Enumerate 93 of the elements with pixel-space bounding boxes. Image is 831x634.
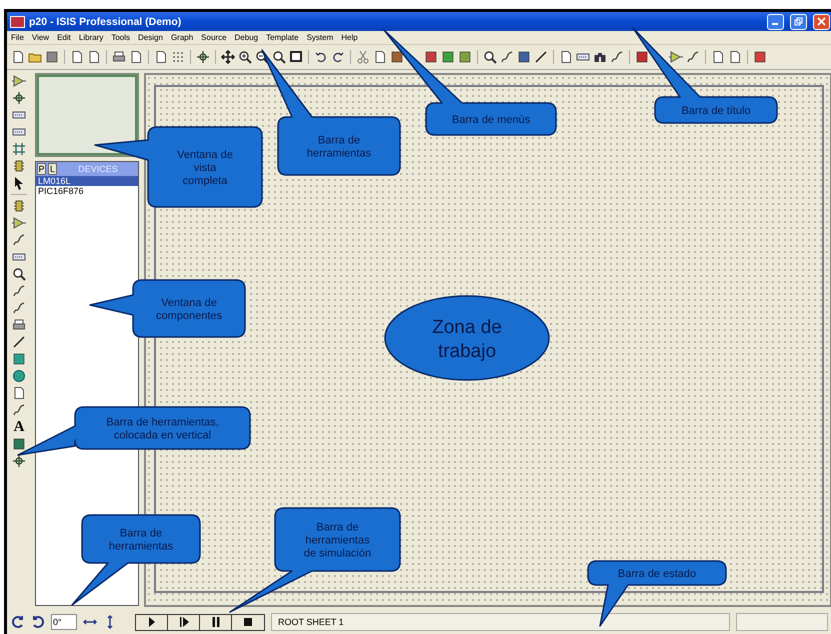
menu-item[interactable]: Tools	[111, 33, 130, 42]
page-icon[interactable]	[559, 50, 573, 64]
square-icon[interactable]	[390, 50, 404, 64]
restore-button[interactable]	[790, 14, 807, 30]
page-icon[interactable]	[711, 50, 725, 64]
status-bar: ROOT SHEET 1	[271, 613, 730, 631]
page-icon[interactable]	[12, 386, 26, 400]
magnifier-icon[interactable]	[12, 267, 26, 281]
app-icon	[10, 16, 25, 28]
menu-item[interactable]: Edit	[57, 33, 71, 42]
move-icon[interactable]	[221, 50, 235, 64]
wave-icon[interactable]	[12, 403, 26, 417]
callout-text: Barra de herramientas de simulación	[304, 522, 372, 560]
square-icon[interactable]	[45, 50, 59, 64]
square-icon[interactable]	[12, 352, 26, 366]
bus-icon[interactable]	[12, 142, 26, 156]
square-icon[interactable]	[753, 50, 767, 64]
grid-icon[interactable]	[171, 50, 185, 64]
square-icon[interactable]	[635, 50, 649, 64]
device-item[interactable]: LM016L	[36, 176, 138, 186]
scissors-icon[interactable]	[356, 50, 370, 64]
callout-text: Barra de herramientas	[306, 134, 372, 160]
menu-item[interactable]: Design	[138, 33, 163, 42]
page-icon[interactable]	[129, 50, 143, 64]
device-item[interactable]: PIC16F876	[36, 186, 138, 196]
callout-text: Ventana de vista completa	[177, 149, 233, 187]
callout-text: Ventana de componentes	[156, 297, 222, 322]
crosshair-icon[interactable]	[12, 91, 26, 105]
line-icon[interactable]	[534, 50, 548, 64]
page-icon[interactable]	[87, 50, 101, 64]
menu-item[interactable]: Debug	[234, 33, 258, 42]
minimize-button[interactable]	[767, 14, 784, 30]
callout-text: Barra de herramientas	[108, 528, 174, 552]
menu-item[interactable]: Library	[78, 33, 104, 42]
callout-text: Barra de menùs	[452, 114, 530, 126]
undo-icon[interactable]	[314, 50, 328, 64]
square-icon[interactable]	[517, 50, 531, 64]
triangle-icon[interactable]	[12, 216, 26, 230]
square-icon[interactable]	[441, 50, 455, 64]
square-icon[interactable]	[458, 50, 472, 64]
crosshair-icon[interactable]	[196, 50, 210, 64]
overview-window[interactable]	[35, 73, 139, 157]
page-icon[interactable]	[728, 50, 742, 64]
wave-icon[interactable]	[12, 284, 26, 298]
crosshair-icon[interactable]	[12, 454, 26, 468]
binoculars-icon[interactable]	[593, 50, 607, 64]
magnifier-icon[interactable]	[483, 50, 497, 64]
callout-text: Barra de estado	[618, 568, 696, 580]
menu-item[interactable]: System	[306, 33, 334, 42]
text-tool[interactable]: A	[14, 420, 24, 434]
close-button[interactable]	[813, 14, 830, 30]
callout-text: Zona de trabajo	[432, 317, 502, 362]
wave-icon[interactable]	[12, 233, 26, 247]
close-icon	[817, 17, 826, 26]
square-icon[interactable]	[12, 437, 26, 451]
line-icon[interactable]	[12, 335, 26, 349]
chip-icon[interactable]	[12, 159, 26, 173]
printer-icon[interactable]	[112, 50, 126, 64]
panel-button[interactable]: L	[48, 163, 57, 175]
restore-icon	[794, 17, 803, 26]
square-icon[interactable]	[424, 50, 438, 64]
redo-icon[interactable]	[331, 50, 345, 64]
wave-icon[interactable]	[12, 301, 26, 315]
menu-item[interactable]: Help	[341, 33, 358, 42]
magnifier-icon[interactable]	[272, 50, 286, 64]
zoom-in-icon[interactable]	[238, 50, 252, 64]
menu-item[interactable]: Template	[266, 33, 299, 42]
frame-icon[interactable]	[289, 50, 303, 64]
page-icon[interactable]	[373, 50, 387, 64]
callout-text: Barra de herramientas, colocada en vertical	[106, 416, 219, 442]
menu-item[interactable]: View	[32, 33, 50, 42]
wave-icon[interactable]	[500, 50, 514, 64]
window-title: p20 - ISIS Professional (Demo)	[29, 16, 182, 28]
triangle-icon[interactable]	[669, 50, 683, 64]
menu-item[interactable]: Source	[201, 33, 227, 42]
page-icon[interactable]	[70, 50, 84, 64]
wave-icon[interactable]	[686, 50, 700, 64]
rotate-icon[interactable]	[31, 615, 45, 629]
page-icon[interactable]	[154, 50, 168, 64]
wave-icon[interactable]	[610, 50, 624, 64]
panel-title: DEVICES	[77, 164, 119, 174]
callout-text: Barra de título	[681, 105, 751, 117]
stop-icon	[241, 615, 255, 629]
rotate-icon[interactable]	[11, 615, 25, 629]
angle-field[interactable]: 0°	[51, 614, 77, 630]
circle-icon[interactable]	[12, 369, 26, 383]
chip-icon[interactable]	[12, 199, 26, 213]
menu-item[interactable]: Graph	[170, 33, 194, 42]
panel-button[interactable]: P	[37, 163, 46, 175]
triangle-icon[interactable]	[12, 74, 26, 88]
page-icon[interactable]	[11, 50, 25, 64]
menu-item[interactable]: File	[11, 33, 24, 42]
printer-icon[interactable]	[12, 318, 26, 332]
